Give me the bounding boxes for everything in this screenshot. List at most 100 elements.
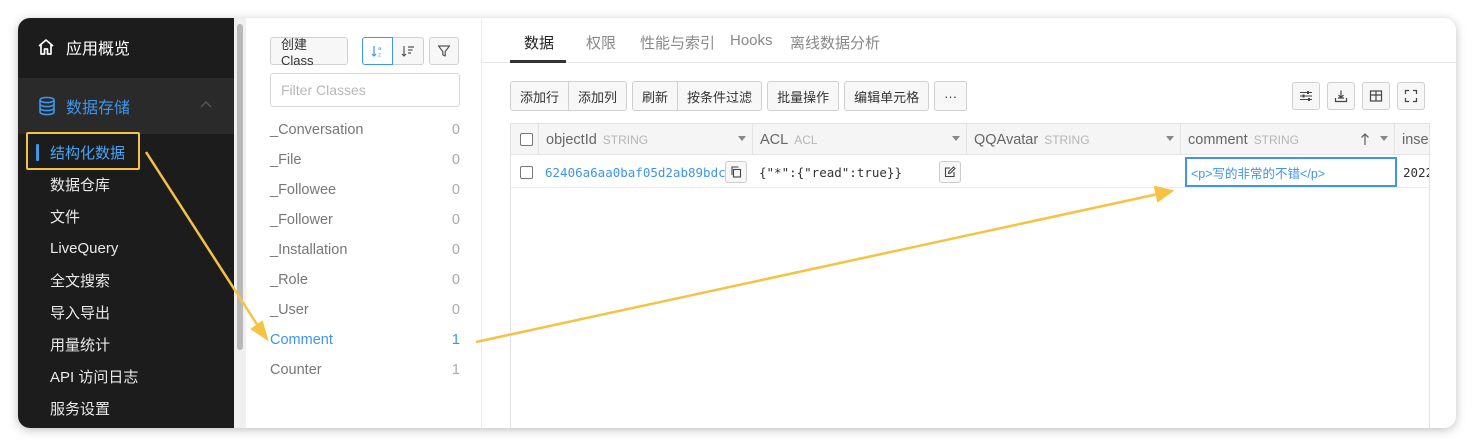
filter-classes-input[interactable] — [270, 73, 460, 107]
class-count: 0 — [451, 242, 460, 258]
view-tools — [1292, 82, 1425, 110]
edit-acl-button[interactable] — [939, 161, 961, 183]
sidebar-home-label: 应用概览 — [66, 41, 131, 58]
sidebar-item-label: API 访问日志 — [50, 368, 139, 386]
funnel-icon — [437, 45, 451, 57]
sidebar-item-structured-data[interactable]: 结构化数据 — [18, 136, 234, 168]
sort-count-button[interactable] — [393, 37, 424, 65]
column-header-qqavatar[interactable]: QQAvatar STRING — [967, 124, 1181, 155]
class-item-follower[interactable]: _Follower 0 — [270, 205, 460, 235]
cell-qqavatar[interactable] — [967, 156, 1181, 188]
batch-operation-button[interactable]: 批量操作 — [767, 81, 840, 111]
class-name: Counter — [270, 362, 322, 378]
class-item-comment[interactable]: Comment 1 — [270, 325, 460, 355]
select-all-cell — [511, 124, 539, 155]
column-type: STRING — [1253, 132, 1299, 147]
column-name: inser — [1402, 131, 1429, 148]
sidebar-item-fulltext-search[interactable]: 全文搜索 — [18, 264, 234, 296]
sidebar-list: 结构化数据 数据仓库 文件 LiveQuery 全文搜索 导入导出 用量统计 A… — [18, 136, 234, 424]
caret-down-icon[interactable] — [738, 136, 746, 141]
refresh-button[interactable]: 刷新 — [632, 81, 679, 111]
sidebar-item-files[interactable]: 文件 — [18, 200, 234, 232]
column-name: comment — [1188, 131, 1248, 148]
sidebar-item-livequery[interactable]: LiveQuery — [18, 232, 234, 264]
sort-ascending-arrow-icon[interactable] — [1360, 132, 1370, 146]
sidebar-item-import-export[interactable]: 导入导出 — [18, 296, 234, 328]
sidebar-item-label: 全文搜索 — [50, 272, 111, 290]
class-item-followee[interactable]: _Followee 0 — [270, 175, 460, 205]
filter-button[interactable] — [429, 37, 459, 65]
add-column-button[interactable]: 添加列 — [569, 81, 628, 111]
class-item-installation[interactable]: _Installation 0 — [270, 235, 460, 265]
edit-cell-button[interactable]: 编辑单元格 — [844, 81, 930, 111]
sidebar-item-service-settings[interactable]: 服务设置 — [18, 392, 234, 424]
download-tray-icon — [1334, 90, 1348, 103]
sidebar-item-api-log[interactable]: API 访问日志 — [18, 360, 234, 392]
column-type: ACL — [794, 132, 818, 147]
sort-alpha-button[interactable]: az — [362, 37, 393, 65]
column-header-comment[interactable]: comment STRING — [1181, 124, 1395, 155]
create-class-button[interactable]: 创建 Class — [270, 37, 348, 68]
row-checkbox[interactable] — [520, 165, 533, 179]
sidebar-item-usage-stats[interactable]: 用量统计 — [18, 328, 234, 360]
class-name: _Installation — [270, 242, 348, 258]
class-count: 0 — [451, 182, 460, 198]
sidebar-group-label: 数据存储 — [66, 100, 131, 117]
class-name: _Follower — [270, 212, 333, 228]
class-panel: 创建 Class az _Conversation0_File0_Followe… — [246, 18, 482, 428]
sidebar-item-data-warehouse[interactable]: 数据仓库 — [18, 168, 234, 200]
sidebar-item-label: 导入导出 — [50, 304, 111, 322]
class-name: _Role — [270, 272, 308, 288]
sidebar-group-data-storage[interactable]: 数据存储 — [18, 78, 234, 134]
add-row-button[interactable]: 添加行 — [510, 81, 570, 111]
svg-text:a: a — [378, 46, 381, 52]
cell-objectid[interactable]: 62406a6aa0baf05d2ab89bdc — [539, 156, 725, 188]
sliders-icon — [1300, 91, 1312, 101]
cell-inser[interactable]: 2022 — [1397, 156, 1429, 188]
active-tab-indicator — [510, 60, 566, 63]
sidebar-home[interactable]: 应用概览 — [18, 18, 234, 76]
cell-acl[interactable]: {"*":{"read":true}} — [753, 156, 933, 188]
sidebar-scrollbar-thumb[interactable] — [237, 24, 243, 350]
export-button[interactable] — [1327, 82, 1355, 110]
data-toolbar: 添加行 添加列 刷新 按条件过滤 批量操作 编辑单元格 ··· — [510, 81, 972, 111]
class-item-conversation[interactable]: _Conversation 0 — [270, 115, 460, 145]
class-count: 0 — [451, 302, 460, 318]
expand-icon — [1404, 89, 1418, 103]
class-item-file[interactable]: _File 0 — [270, 145, 460, 175]
more-button[interactable]: ··· — [934, 81, 968, 111]
caret-down-icon[interactable] — [1166, 136, 1174, 141]
copy-button[interactable] — [725, 161, 747, 183]
class-item-user[interactable]: _User 0 — [270, 295, 460, 325]
database-icon — [39, 96, 55, 116]
cell-comment-editing[interactable]: <p>写的非常的不错</p> — [1185, 157, 1397, 187]
tab-offline-analysis[interactable]: 离线数据分析 — [790, 32, 880, 53]
column-settings-button[interactable] — [1292, 82, 1320, 110]
caret-down-icon[interactable] — [952, 136, 960, 141]
column-header-acl[interactable]: ACL ACL — [753, 124, 967, 155]
column-header-objectid[interactable]: objectId STRING — [539, 124, 753, 155]
grid-header: objectId STRING ACL ACL QQAvatar STRING … — [511, 124, 1429, 155]
tab-data[interactable]: 数据 — [524, 32, 554, 53]
class-name: _User — [270, 302, 309, 318]
class-item-counter[interactable]: Counter 1 — [270, 355, 460, 385]
class-item-role[interactable]: _Role 0 — [270, 265, 460, 295]
class-name: _Followee — [270, 182, 337, 198]
filter-by-condition-button[interactable]: 按条件过滤 — [678, 81, 763, 111]
svg-text:z: z — [378, 53, 381, 59]
column-name: QQAvatar — [974, 131, 1039, 148]
column-header-inser[interactable]: inser — [1395, 124, 1429, 155]
main-content: 数据 权限 性能与索引 Hooks 离线数据分析 添加行 添加列 刷新 按条件过… — [482, 18, 1456, 428]
tab-hooks[interactable]: Hooks — [730, 32, 773, 49]
tab-performance-index[interactable]: 性能与索引 — [640, 32, 715, 53]
table-layout-button[interactable] — [1362, 82, 1390, 110]
caret-down-icon[interactable] — [1380, 136, 1388, 141]
chevron-up-icon[interactable] — [200, 100, 212, 108]
sidebar-item-label: 文件 — [50, 208, 81, 226]
fullscreen-button[interactable] — [1397, 82, 1425, 110]
table-row[interactable]: 62406a6aa0baf05d2ab89bdc {"*":{"read":tr… — [511, 156, 1429, 188]
class-count: 0 — [451, 152, 460, 168]
tab-permissions[interactable]: 权限 — [586, 32, 616, 53]
class-name: Comment — [270, 332, 333, 348]
select-all-checkbox[interactable] — [520, 133, 533, 146]
